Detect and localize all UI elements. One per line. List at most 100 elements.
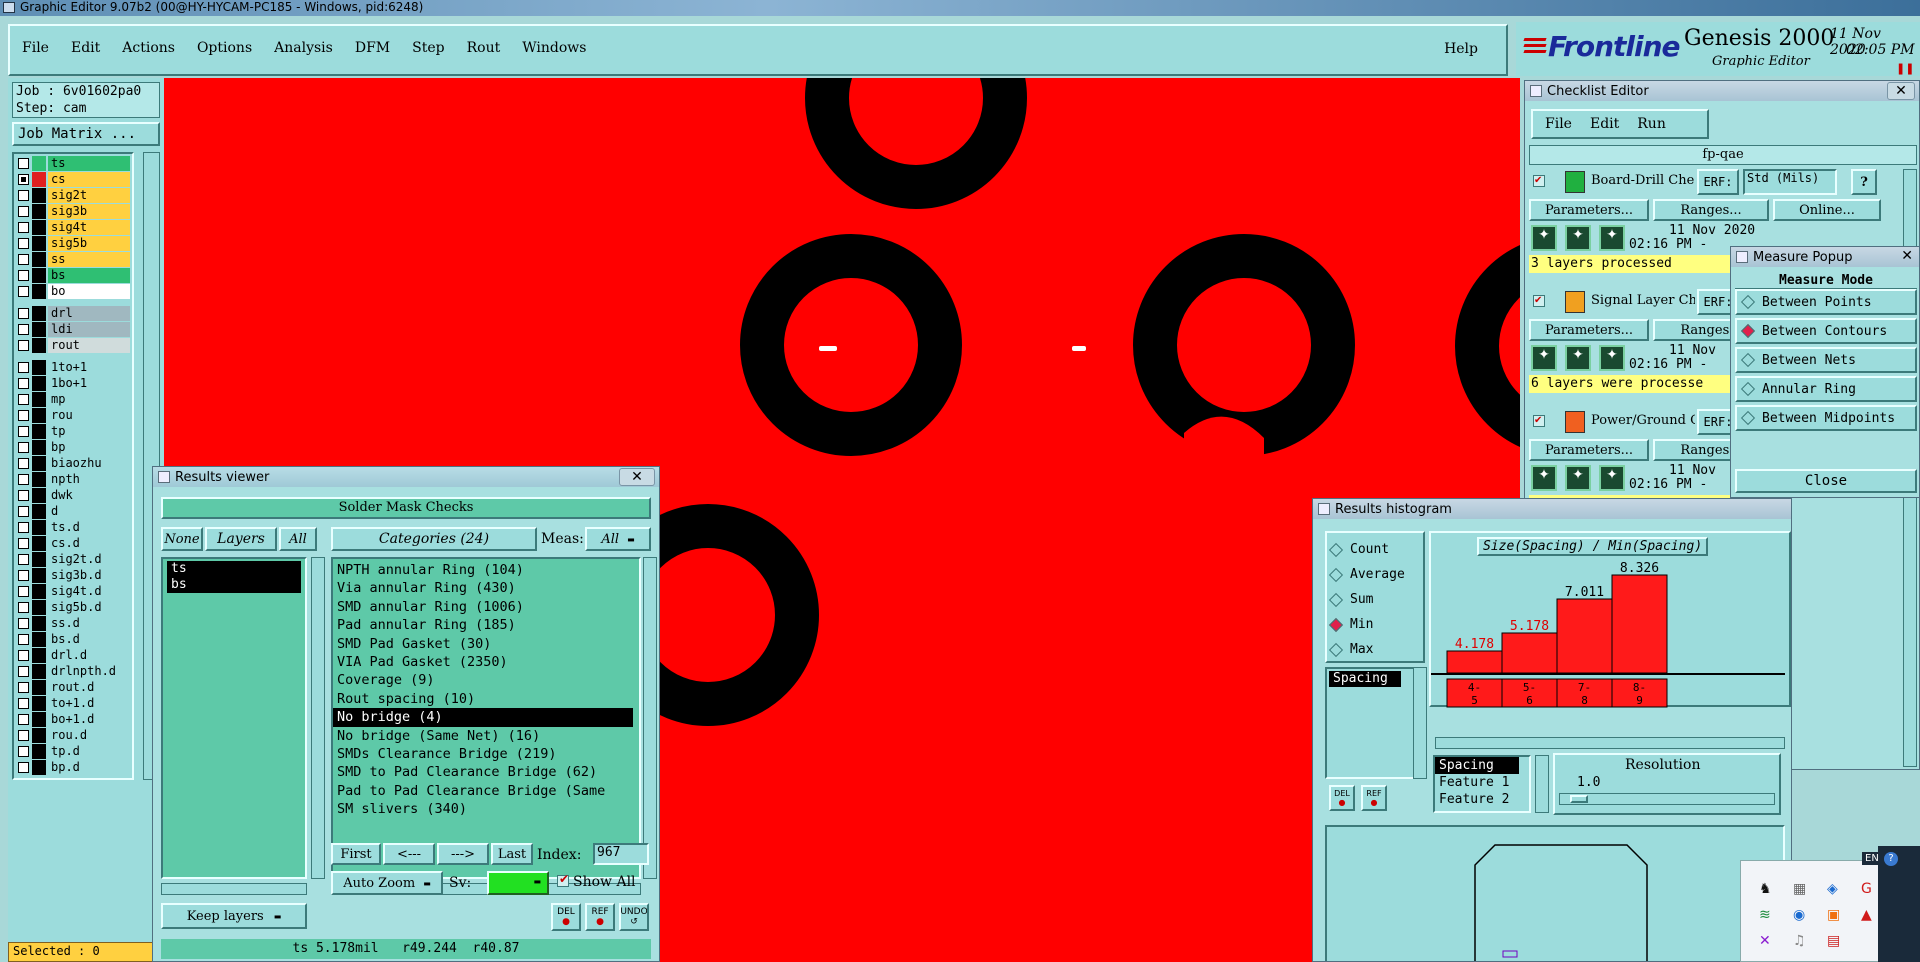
layer-row[interactable]: tp: [18, 424, 136, 439]
layer-checkbox[interactable]: [18, 254, 29, 265]
menu-file[interactable]: File: [22, 40, 49, 56]
layer-row[interactable]: to+1.d: [18, 696, 136, 711]
layer-checkbox[interactable]: [18, 378, 29, 389]
help-icon[interactable]: ?: [1851, 169, 1877, 195]
layer-name[interactable]: 1to+1: [48, 360, 130, 375]
layer-checkbox[interactable]: [18, 570, 29, 581]
ref-button[interactable]: REF ●: [585, 903, 615, 931]
layer-checkbox[interactable]: [18, 554, 29, 565]
category-item[interactable]: Pad to Pad Clearance Bridge (Same: [333, 782, 639, 800]
menu-windows[interactable]: Windows: [522, 40, 586, 56]
layer-row[interactable]: tp.d: [18, 744, 136, 759]
category-item[interactable]: Rout spacing (10): [333, 690, 639, 708]
run-icon[interactable]: ✦: [1531, 465, 1557, 491]
erf-value[interactable]: Std (Mils): [1743, 169, 1837, 195]
layer-name[interactable]: cs.d: [48, 536, 130, 551]
layer-checkbox[interactable]: [18, 174, 29, 185]
check-enable-checkbox[interactable]: ✔: [1533, 295, 1545, 307]
layer-name[interactable]: ss.d: [48, 616, 130, 631]
layer-name[interactable]: ldi: [48, 322, 130, 337]
layer-name[interactable]: rou.d: [48, 728, 130, 743]
layer-row[interactable]: ts.d: [18, 520, 136, 535]
checklist-menu-run[interactable]: Run: [1637, 116, 1666, 132]
histogram-option[interactable]: Count: [1327, 537, 1423, 562]
layer-row[interactable]: ts: [18, 156, 136, 171]
ranges-button[interactable]: Ranges...: [1653, 199, 1769, 221]
layer-name[interactable]: bs.d: [48, 632, 130, 647]
layer-name[interactable]: rout: [48, 338, 130, 353]
histogram-sub-list[interactable]: Spacing Feature 1 Feature 2: [1433, 755, 1531, 813]
layer-checkbox[interactable]: [18, 190, 29, 201]
next-button[interactable]: --->: [437, 843, 489, 865]
measure-mode-option[interactable]: Between Midpoints: [1735, 405, 1917, 431]
layer-name[interactable]: sig5b.d: [48, 600, 130, 615]
layer-name[interactable]: sig3b: [48, 204, 130, 219]
erf-button[interactable]: ERF:: [1697, 169, 1739, 195]
layer-checkbox[interactable]: [18, 474, 29, 485]
layer-name[interactable]: tp.d: [48, 744, 130, 759]
measure-mode-option[interactable]: Between Points: [1735, 289, 1917, 315]
histogram-bar[interactable]: [1501, 632, 1558, 674]
none-button[interactable]: None: [161, 527, 203, 551]
menu-analysis[interactable]: Analysis: [274, 40, 333, 56]
histogram-hscroll[interactable]: [1435, 737, 1785, 749]
layer-row[interactable]: sig2t: [18, 188, 136, 203]
layer-checkbox[interactable]: [18, 158, 29, 169]
undo-button[interactable]: UNDO ↺: [619, 903, 649, 931]
layer-row[interactable]: sig5b: [18, 236, 136, 251]
tray-app-icon-3[interactable]: ◈: [1827, 881, 1845, 899]
layer-checkbox[interactable]: [18, 286, 29, 297]
histogram-item-vscroll[interactable]: [1413, 667, 1427, 779]
layer-row[interactable]: biaozhu: [18, 456, 136, 471]
layer-checkbox[interactable]: [18, 458, 29, 469]
menu-rout[interactable]: Rout: [467, 40, 501, 56]
layer-row[interactable]: bp.d: [18, 760, 136, 775]
measure-mode-option[interactable]: Between Nets: [1735, 347, 1917, 373]
check-enable-checkbox[interactable]: ✔: [1533, 175, 1545, 187]
layer-row[interactable]: bo: [18, 284, 136, 299]
layer-row[interactable]: 1bo+1: [18, 376, 136, 391]
layer-list-hscroll[interactable]: [161, 883, 307, 895]
layer-row[interactable]: sig3b: [18, 204, 136, 219]
layer-checkbox[interactable]: [18, 238, 29, 249]
histogram-bar[interactable]: [1556, 598, 1613, 674]
parameters-button[interactable]: Parameters...: [1529, 199, 1649, 221]
del-button[interactable]: DEL ●: [551, 903, 581, 931]
parameters-button[interactable]: Parameters...: [1529, 319, 1649, 341]
categories-list[interactable]: NPTH annular Ring (104) Via annular Ring …: [331, 557, 641, 879]
histogram-option[interactable]: Average: [1327, 562, 1423, 587]
all-button[interactable]: All: [279, 527, 317, 551]
category-item[interactable]: SMD to Pad Clearance Bridge (62): [333, 763, 639, 781]
meas-select[interactable]: All ▬: [585, 527, 651, 551]
sub-list-vscroll[interactable]: [1535, 755, 1549, 813]
category-item[interactable]: NPTH annular Ring (104): [333, 561, 639, 579]
layer-row[interactable]: ldi: [18, 322, 136, 337]
category-item[interactable]: Coverage (9): [333, 671, 639, 689]
layer-checkbox[interactable]: [18, 490, 29, 501]
layer-checkbox[interactable]: [18, 340, 29, 351]
online-button[interactable]: Online...: [1773, 199, 1881, 221]
layer-name[interactable]: mp: [48, 392, 130, 407]
layer-row[interactable]: rou.d: [18, 728, 136, 743]
sv-color-select[interactable]: ▬: [487, 871, 549, 895]
first-button[interactable]: First: [331, 843, 381, 865]
layer-name[interactable]: bs: [48, 268, 130, 283]
layer-name[interactable]: cs: [48, 172, 130, 187]
layer-name[interactable]: bp: [48, 440, 130, 455]
layer-name[interactable]: sig4t: [48, 220, 130, 235]
layer-row[interactable]: cs.d: [18, 536, 136, 551]
layer-name[interactable]: sig2t.d: [48, 552, 130, 567]
layer-checkbox[interactable]: [18, 682, 29, 693]
close-icon[interactable]: ✕: [619, 468, 655, 486]
layer-checkbox[interactable]: [18, 698, 29, 709]
layer-name[interactable]: drlnpth.d: [48, 664, 130, 679]
layer-name[interactable]: 1bo+1: [48, 376, 130, 391]
layers-button[interactable]: Layers: [205, 527, 277, 551]
index-input[interactable]: 967: [593, 843, 649, 865]
hg-ref-button[interactable]: REF ●: [1361, 785, 1387, 811]
layer-checkbox[interactable]: [18, 650, 29, 661]
tray-app-icon-10[interactable]: ♫: [1793, 933, 1811, 951]
layer-checkbox[interactable]: [18, 270, 29, 281]
run-icon[interactable]: ✦: [1565, 225, 1591, 251]
layer-name[interactable]: d: [48, 504, 130, 519]
